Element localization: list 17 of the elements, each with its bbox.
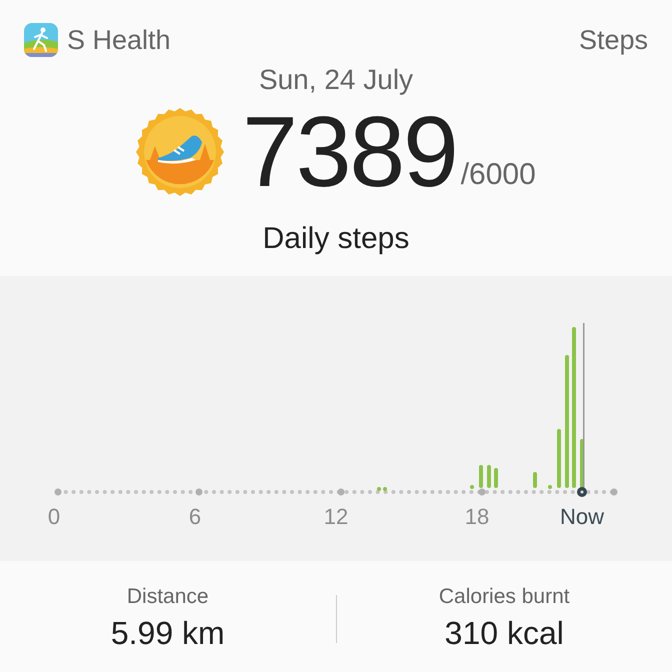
stat-value: 5.99 km — [110, 615, 225, 652]
axis-label: 0 — [48, 504, 60, 530]
stat-label: Calories burnt — [438, 585, 570, 609]
section-title: Steps — [578, 24, 648, 56]
step-goal: /6000 — [460, 158, 536, 192]
axis-label: Now — [560, 504, 604, 530]
date-label: Sun, 24 July — [258, 64, 414, 96]
app-logo-icon — [24, 23, 58, 57]
axis-label: 6 — [188, 504, 202, 530]
axis-label: 12 — [324, 504, 348, 530]
daily-steps-label: Daily steps — [262, 222, 410, 256]
stat-value: 310 kcal — [444, 615, 564, 652]
axis-label: 18 — [464, 504, 490, 530]
step-count: 7389 — [242, 102, 457, 202]
app-name: S Health — [67, 24, 171, 56]
stat-label: Distance — [126, 585, 209, 609]
shoe-badge-icon — [136, 108, 224, 196]
